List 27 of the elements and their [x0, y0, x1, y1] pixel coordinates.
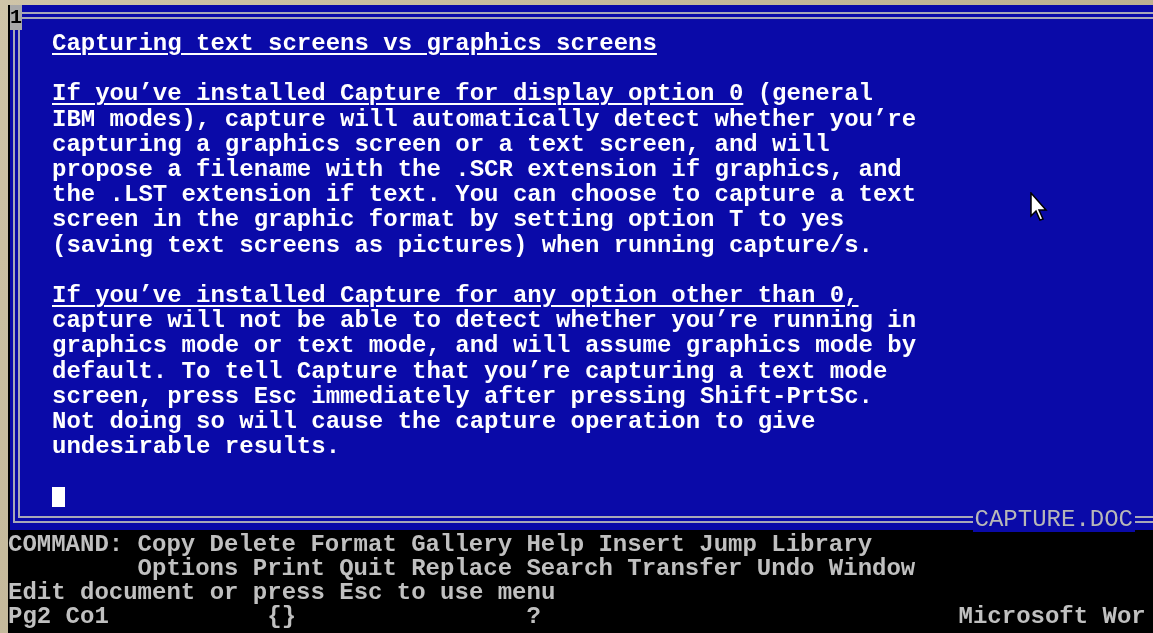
menu-command[interactable]: Search	[526, 557, 613, 581]
menu-command[interactable]: Print	[252, 557, 325, 581]
menu-command[interactable]: Undo	[756, 557, 815, 581]
menu-label: COMMAND:	[8, 533, 125, 557]
menu-command[interactable]: Delete	[209, 533, 296, 557]
menu-command[interactable]: Library	[771, 533, 873, 557]
cursor-position: Pg2 Co1	[8, 603, 109, 630]
menu-command[interactable]: Copy	[137, 533, 196, 557]
paragraph: If you’ve installed Capture for display option 0 (general IBM modes), capture will automatically detect whether you’re capturing a graphics screen or a text screen, and will propose a filename with the .SCR extension if graphics, and the .LST extension if text. You can choose to capture a text screen in the graphic format by setting option T to yes (saving text screens as pictures) when running capture/s.	[52, 81, 917, 258]
menu-command[interactable]: Quit	[339, 557, 397, 581]
document-heading: Capturing text screens vs graphics screens	[52, 31, 657, 57]
status-field: ?	[526, 603, 541, 630]
menu-command[interactable]: Insert	[598, 533, 685, 557]
menu-command[interactable]: Format	[310, 533, 397, 557]
menu-command[interactable]: Window	[828, 557, 916, 581]
menu-command[interactable]: Jump	[699, 533, 757, 557]
app-name: Microsoft Wor	[958, 603, 1146, 630]
menu-command[interactable]: Transfer	[627, 557, 743, 581]
mouse-pointer-icon	[1030, 192, 1048, 222]
status-field: {}	[267, 603, 297, 630]
menu-command[interactable]: Help	[526, 533, 585, 557]
status-message: Edit document or press Esc to use menu	[8, 581, 557, 605]
menu-command[interactable]: Options	[137, 557, 239, 581]
menu-command[interactable]: Replace	[411, 557, 513, 581]
window-number: 1	[10, 5, 22, 30]
paragraph: If you’ve installed Capture for any option other than 0, capture will not be able to detect whether you’re running in graphics mode or text mode, and will assume graphics mode by default. To tell Capture that you’re capturing a text mode screen, press Esc immediately after pressing Shift-PrtSc. Not doing so will cause the capture operation to give undesirable results.	[52, 283, 917, 460]
menu-command[interactable]: Gallery	[411, 533, 513, 557]
